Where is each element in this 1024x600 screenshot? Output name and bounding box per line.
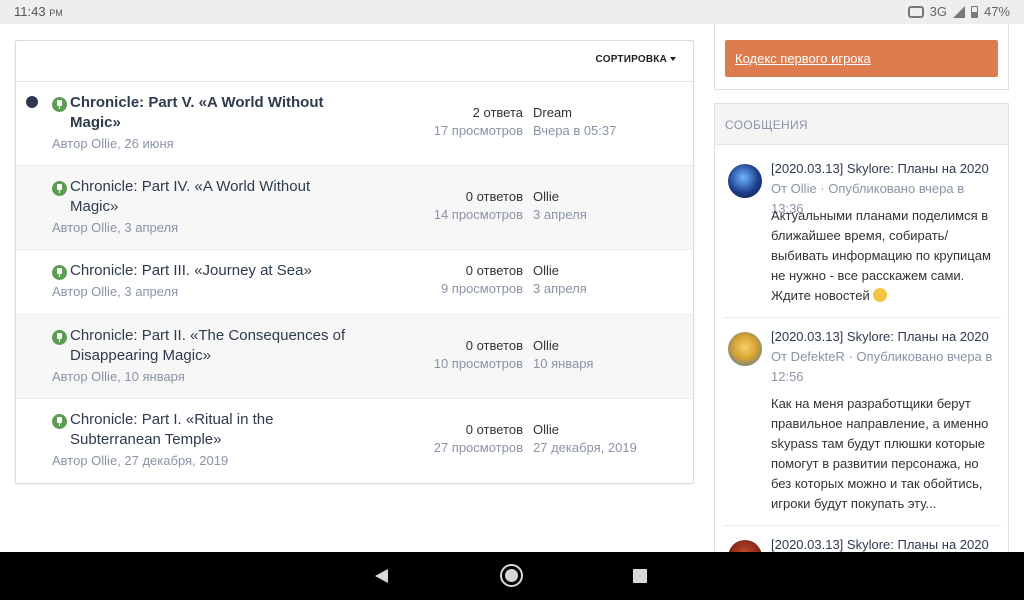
pinned-icon	[52, 414, 67, 429]
last-post-date[interactable]: 3 апреля	[533, 206, 587, 224]
topic-list-header: СОРТИРОВКА	[16, 41, 693, 82]
topic-row[interactable]: Chronicle: Part I. «Ritual in the Subter…	[16, 399, 693, 483]
last-post-user[interactable]: Dream	[533, 104, 616, 122]
message-body: Как на меня разработщики берут правильно…	[771, 396, 989, 511]
battery-level: 47%	[983, 4, 1010, 19]
topic-row[interactable]: Chronicle: Part V. «A World Without Magi…	[16, 82, 693, 166]
topic-stats: 0 ответов 10 просмотров	[434, 337, 523, 373]
last-post-date[interactable]: 10 января	[533, 355, 593, 373]
last-post-user[interactable]: Ollie	[533, 188, 587, 206]
pinned-icon	[52, 330, 67, 345]
topic-last-post: Ollie 3 апреля	[533, 188, 587, 224]
topic-title[interactable]: Chronicle: Part I. «Ritual in the Subter…	[70, 410, 340, 450]
topic-replies: 0 ответов	[465, 338, 523, 353]
topic-title[interactable]: Chronicle: Part IV. «A World Without Mag…	[70, 177, 360, 217]
last-post-user[interactable]: Ollie	[533, 421, 637, 439]
topic-stats: 0 ответов 14 просмотров	[434, 188, 523, 224]
topic-author: Автор Ollie, 3 апреля	[52, 284, 179, 299]
topic-views: 27 просмотров	[433, 440, 523, 455]
last-post-date[interactable]: 3 апреля	[533, 280, 587, 298]
topic-views: 14 просмотров	[433, 207, 523, 222]
smile-emoji-icon	[873, 288, 888, 302]
caret-down-icon	[670, 57, 676, 62]
topic-last-post: Ollie 10 января	[533, 337, 593, 373]
unread-indicator-icon	[26, 96, 38, 108]
home-icon[interactable]	[500, 564, 523, 587]
battery-icon	[970, 5, 978, 18]
messages-header: СООБЩЕНИЯ	[715, 104, 1008, 145]
message-item[interactable]: [2020.03.13] Skylore: Планы на 2020 От D…	[723, 318, 1001, 526]
topic-last-post: Ollie 3 апреля	[533, 262, 587, 298]
message-body: Актуальными планами поделимся в ближайше…	[771, 208, 991, 303]
pinned-icon	[52, 181, 67, 196]
last-post-date[interactable]: Вчера в 05:37	[533, 122, 616, 140]
network-type: 3G	[929, 4, 947, 19]
topic-author: Автор Ollie, 3 апреля	[52, 220, 179, 235]
pinned-icon	[52, 265, 67, 280]
signal-icon	[952, 5, 965, 18]
back-icon[interactable]	[375, 569, 388, 583]
topic-replies: 0 ответов	[465, 263, 523, 278]
topic-stats: 0 ответов 9 просмотров	[441, 262, 523, 298]
topic-title[interactable]: Chronicle: Part II. «The Consequences of…	[70, 326, 360, 366]
message-title[interactable]: [2020.03.13] Skylore: Планы на 2020	[771, 159, 989, 179]
topic-row[interactable]: Chronicle: Part II. «The Consequences of…	[16, 315, 693, 399]
message-title[interactable]: [2020.03.13] Skylore: Планы на 2020	[771, 327, 989, 347]
message-meta: От DefekteR · Опубликовано вчера в 12:56	[771, 349, 993, 384]
vibrate-icon	[907, 5, 924, 18]
status-bar: 11:43 PM 3G 47%	[0, 0, 1024, 24]
topic-title[interactable]: Chronicle: Part V. «A World Without Magi…	[70, 93, 360, 133]
topic-list: СОРТИРОВКА Chronicle: Part V. «A World W…	[15, 40, 694, 484]
avatar[interactable]	[728, 164, 762, 198]
topic-author: Автор Ollie, 10 января	[52, 369, 185, 384]
topic-row[interactable]: Chronicle: Part IV. «A World Without Mag…	[16, 166, 693, 250]
navigation-bar	[0, 552, 1024, 600]
recent-apps-icon[interactable]	[633, 569, 647, 583]
topic-views: 17 просмотров	[433, 123, 523, 138]
message-item[interactable]: [2020.03.13] Skylore: Планы на 2020 От O…	[723, 154, 1001, 318]
player-code-button[interactable]: Кодекс первого игрока	[725, 40, 998, 77]
clock: 11:43 PM	[14, 4, 63, 19]
topic-stats: 0 ответов 27 просмотров	[434, 421, 523, 457]
last-post-date[interactable]: 27 декабря, 2019	[533, 439, 637, 457]
topic-title[interactable]: Chronicle: Part III. «Journey at Sea»	[70, 261, 410, 281]
topic-replies: 2 ответа	[472, 105, 523, 120]
topic-row[interactable]: Chronicle: Part III. «Journey at Sea» Ав…	[16, 250, 693, 315]
status-icons: 3G 47%	[907, 4, 1010, 19]
sort-button[interactable]: СОРТИРОВКА	[596, 54, 676, 65]
topic-stats: 2 ответа 17 просмотров	[434, 104, 523, 140]
topic-author: Автор Ollie, 26 июня	[52, 136, 174, 151]
recent-messages-widget: СООБЩЕНИЯ [2020.03.13] Skylore: Планы на…	[714, 103, 1009, 563]
topic-last-post: Ollie 27 декабря, 2019	[533, 421, 637, 457]
last-post-user[interactable]: Ollie	[533, 337, 593, 355]
last-post-user[interactable]: Ollie	[533, 262, 587, 280]
topic-author: Автор Ollie, 27 декабря, 2019	[52, 453, 229, 468]
topic-replies: 0 ответов	[465, 422, 523, 437]
pinned-icon	[52, 97, 67, 112]
avatar[interactable]	[728, 332, 762, 366]
topic-last-post: Dream Вчера в 05:37	[533, 104, 616, 140]
topic-replies: 0 ответов	[465, 189, 523, 204]
topic-views: 9 просмотров	[440, 281, 523, 296]
topic-views: 10 просмотров	[433, 356, 523, 371]
